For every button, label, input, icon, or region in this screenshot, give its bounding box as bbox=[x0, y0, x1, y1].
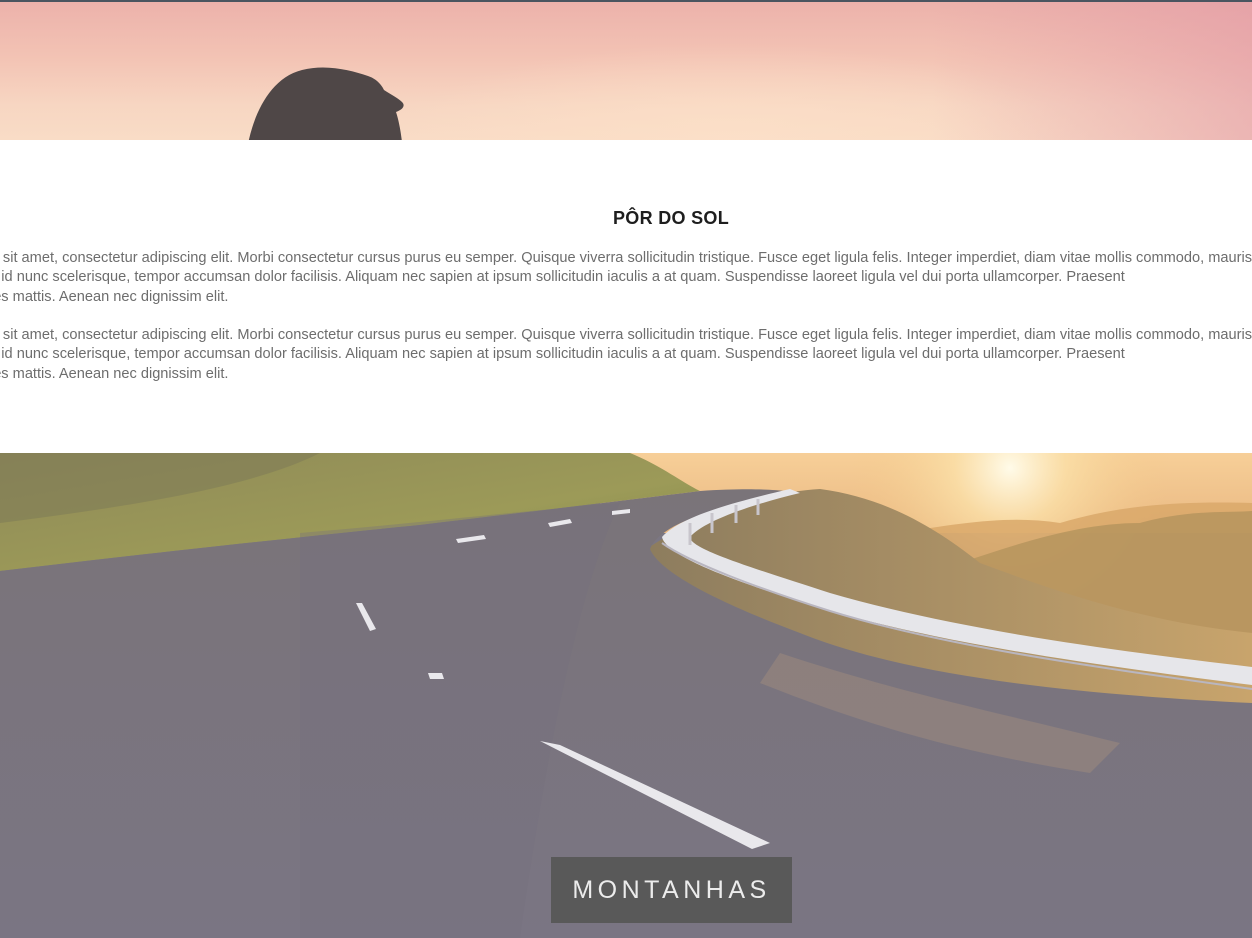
about-section: PÔR DO SOL Lorem ipsum dolor sit amet, c… bbox=[0, 140, 1252, 453]
paragraph-line: ex commodo diam id nunc scelerisque, tem… bbox=[0, 269, 1125, 286]
montanhas-button[interactable]: MONTANHAS bbox=[551, 857, 792, 923]
section-paragraph: Lorem ipsum dolor sit amet, consectetur … bbox=[0, 249, 1252, 307]
sky-gradient bbox=[932, 2, 1252, 140]
paragraph-line: ursus quam sodales mattis. Aenean nec di… bbox=[0, 288, 229, 305]
section-paragraph: Lorem ipsum dolor sit amet, consectetur … bbox=[0, 326, 1252, 384]
paragraph-line: Lorem ipsum dolor sit amet, consectetur … bbox=[0, 327, 1252, 343]
section-title: PÔR DO SOL bbox=[612, 208, 729, 228]
paragraph-line: ex commodo diam id nunc scelerisque, tem… bbox=[0, 346, 1125, 363]
person-silhouette bbox=[248, 67, 404, 140]
paragraph-line: Lorem ipsum dolor sit amet, consectetur … bbox=[0, 250, 1252, 266]
paragraph-line: ursus quam sodales mattis. Aenean nec di… bbox=[0, 365, 229, 382]
hero-image-sunset-sky bbox=[0, 2, 1252, 140]
